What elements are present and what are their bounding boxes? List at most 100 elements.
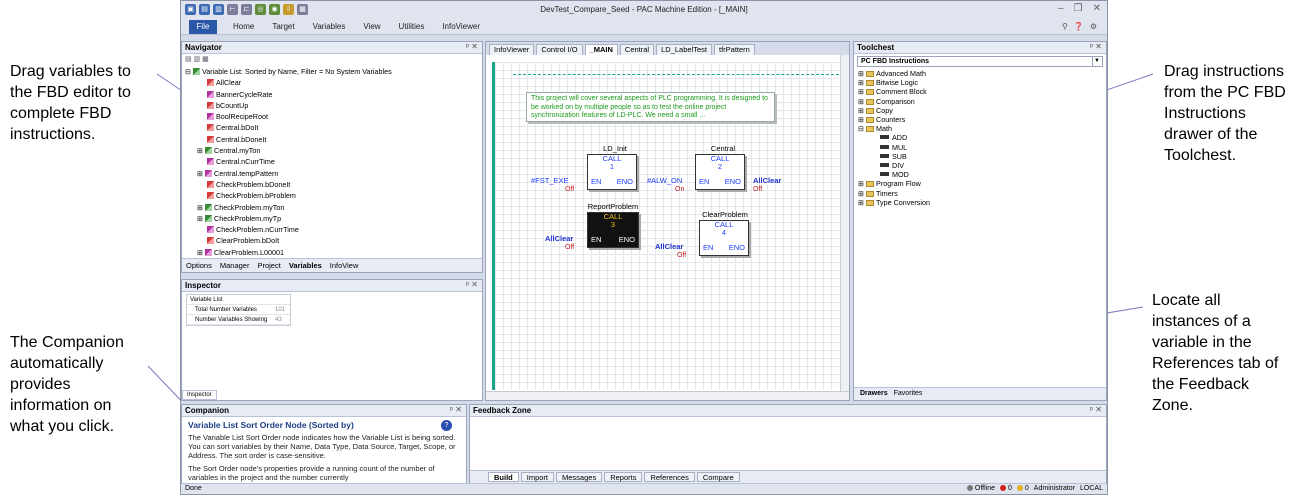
options-icon[interactable]: ⚙ — [1090, 22, 1097, 31]
input-signal[interactable]: AllClear — [655, 242, 683, 251]
drawer-select[interactable]: PC FBD Instructions ▼ — [857, 56, 1103, 67]
variable-list-item[interactable]: ⊞ ClearProblem.L00001 — [185, 247, 479, 258]
tab-import[interactable]: Import — [520, 472, 555, 482]
tab-central[interactable]: Central — [619, 44, 655, 55]
instruction-item[interactable]: ADD — [858, 133, 1106, 142]
instruction-category[interactable]: ⊞ Comment Block — [858, 87, 1106, 96]
fbd-block[interactable]: CALL 4 EN ENO — [699, 220, 749, 256]
ribbon-tab-home[interactable]: Home — [233, 22, 254, 31]
pin-icon[interactable]: ᵖ ✕ — [1090, 405, 1102, 414]
expand-icon[interactable]: ⊞ — [858, 87, 866, 96]
instruction-item[interactable]: SUB — [858, 152, 1106, 161]
expand-icon[interactable]: ⊞ — [858, 106, 866, 115]
expand-icon[interactable]: ⊞ — [858, 189, 866, 198]
fbd-block[interactable]: CALL 2 EN ENO — [695, 154, 745, 190]
tab-reports[interactable]: Reports — [604, 472, 643, 482]
comment-block[interactable]: This project will cover several aspects … — [526, 92, 775, 122]
instruction-category[interactable]: ⊞ Timers — [858, 189, 1106, 198]
expand-icon[interactable]: ⊞ — [197, 248, 205, 257]
expand-icon[interactable]: ⊞ — [858, 198, 866, 207]
instruction-tree[interactable]: ⊞ Advanced Math ⊞ Bitwise Logic ⊞ Comment … — [854, 69, 1106, 207]
instruction-category[interactable]: ⊞ Program Flow — [858, 179, 1106, 188]
fbd-block[interactable]: CALL 1 EN ENO — [587, 154, 637, 190]
expand-icon[interactable]: ⊞ — [858, 69, 866, 78]
variable-list-item[interactable]: ⊞ Central.tempPattern — [185, 168, 479, 179]
close-icon[interactable]: ✕ — [1093, 3, 1101, 14]
horizontal-scrollbar[interactable] — [486, 391, 849, 400]
inspector-row[interactable]: Number Variables Showing 43 — [187, 315, 290, 325]
expand-icon[interactable]: ⊟ — [858, 124, 866, 133]
variable-list-item[interactable]: ⊞ Central.myTon — [185, 145, 479, 156]
instruction-category[interactable]: ⊞ Copy — [858, 106, 1106, 115]
tab-options[interactable]: Options — [186, 261, 212, 270]
instruction-item[interactable]: DIV — [858, 161, 1106, 170]
instruction-category[interactable]: ⊞ Type Conversion — [858, 198, 1106, 207]
tab-manager[interactable]: Manager — [220, 261, 250, 270]
tab-control-io[interactable]: Control I/O — [536, 44, 583, 55]
variable-list-item[interactable]: BoolRecipeRoot — [185, 111, 479, 122]
help-icon[interactable]: ❓ — [1074, 22, 1084, 31]
tab-ld-labeltest[interactable]: LD_LabelTest — [656, 44, 712, 55]
tab-build[interactable]: Build — [488, 472, 519, 482]
ribbon-tab-utilities[interactable]: Utilities — [399, 22, 425, 31]
instruction-category[interactable]: ⊟ Math — [858, 124, 1106, 133]
tab-infoviewer[interactable]: InfoViewer — [489, 44, 535, 55]
restore-icon[interactable]: ❐ — [1074, 3, 1083, 14]
tab-infoview[interactable]: InfoView — [330, 261, 359, 270]
pin-icon[interactable]: ᵖ ✕ — [466, 42, 478, 51]
variable-list-item[interactable]: ⊞ CheckProblem.myTp — [185, 213, 479, 224]
instruction-category[interactable]: ⊞ Comparison — [858, 97, 1106, 106]
variable-list-item[interactable]: Central.bDoneIt — [185, 134, 479, 145]
filter-icon[interactable]: ⚲ — [1062, 22, 1068, 31]
fbd-canvas[interactable]: This project will cover several aspects … — [492, 62, 839, 390]
variable-list-item[interactable]: ClearProblem.bDoIt — [185, 235, 479, 246]
pin-icon[interactable]: ᵖ ✕ — [466, 280, 478, 289]
variable-list-item[interactable]: ⊞ CheckProblem.myTon — [185, 202, 479, 213]
ribbon-tab-variables[interactable]: Variables — [313, 22, 346, 31]
pin-icon[interactable]: ᵖ ✕ — [1090, 42, 1102, 51]
expand-icon[interactable]: ⊞ — [858, 179, 866, 188]
ribbon-tab-view[interactable]: View — [363, 22, 380, 31]
vertical-scrollbar[interactable] — [840, 55, 849, 400]
variable-list-item[interactable]: CheckProblem.nCurrTime — [185, 224, 479, 235]
expand-icon[interactable]: ⊞ — [197, 146, 205, 155]
tab-messages[interactable]: Messages — [556, 472, 603, 482]
variable-list-item[interactable]: bCountUp — [185, 100, 479, 111]
instruction-item[interactable]: MOD — [858, 170, 1106, 179]
expand-icon[interactable]: ⊞ — [858, 115, 866, 124]
help-icon[interactable]: ? — [441, 420, 452, 431]
variable-list-item[interactable]: AllClear — [185, 77, 479, 88]
tab-drawers[interactable]: Drawers — [860, 390, 888, 398]
variable-list-item[interactable]: CheckProblem.bProblem — [185, 190, 479, 201]
variable-tree[interactable]: ⊟ Variable List: Sorted by Name, Filter … — [182, 64, 482, 260]
chevron-down-icon[interactable]: ▼ — [1092, 57, 1101, 66]
instruction-category[interactable]: ⊞ Bitwise Logic — [858, 78, 1106, 87]
variable-list-item[interactable]: BannerCycleRate — [185, 89, 479, 100]
variable-list-item[interactable]: CheckProblem.bDoneIt — [185, 179, 479, 190]
file-menu-button[interactable]: File — [189, 20, 217, 34]
instruction-category[interactable]: ⊞ Counters — [858, 115, 1106, 124]
ribbon-tab-target[interactable]: Target — [272, 22, 294, 31]
pin-icon[interactable]: ᵖ ✕ — [450, 405, 462, 414]
tree-root[interactable]: ⊟ Variable List: Sorted by Name, Filter … — [185, 66, 479, 77]
fbd-block-selected[interactable]: CALL 3 EN ENO — [587, 212, 639, 248]
instruction-category[interactable]: ⊞ Advanced Math — [858, 69, 1106, 78]
tab-main[interactable]: _MAIN — [584, 44, 618, 55]
tab-inspector[interactable]: Inspector — [182, 390, 217, 400]
tab-compare[interactable]: Compare — [696, 472, 740, 482]
tab-project[interactable]: Project — [257, 261, 280, 270]
output-signal[interactable]: AllClear — [753, 176, 781, 185]
expand-icon[interactable]: ⊞ — [197, 169, 205, 178]
variable-list-item[interactable]: Central.bDoIt — [185, 122, 479, 133]
expand-icon[interactable]: ⊞ — [197, 214, 205, 223]
tab-tfrpattern[interactable]: tfrPattern — [713, 44, 755, 55]
expand-icon[interactable]: ⊞ — [858, 78, 866, 87]
instruction-item[interactable]: MUL — [858, 143, 1106, 152]
input-signal[interactable]: #FST_EXE — [531, 176, 569, 185]
inspector-row[interactable]: Total Number Variables 101 — [187, 305, 290, 315]
tab-references[interactable]: References — [644, 472, 695, 482]
expand-icon[interactable]: ⊞ — [197, 203, 205, 212]
tab-favorites[interactable]: Favorites — [894, 390, 923, 398]
expand-icon[interactable]: ⊞ — [858, 97, 866, 106]
variable-list-item[interactable]: Central.nCurrTime — [185, 156, 479, 167]
